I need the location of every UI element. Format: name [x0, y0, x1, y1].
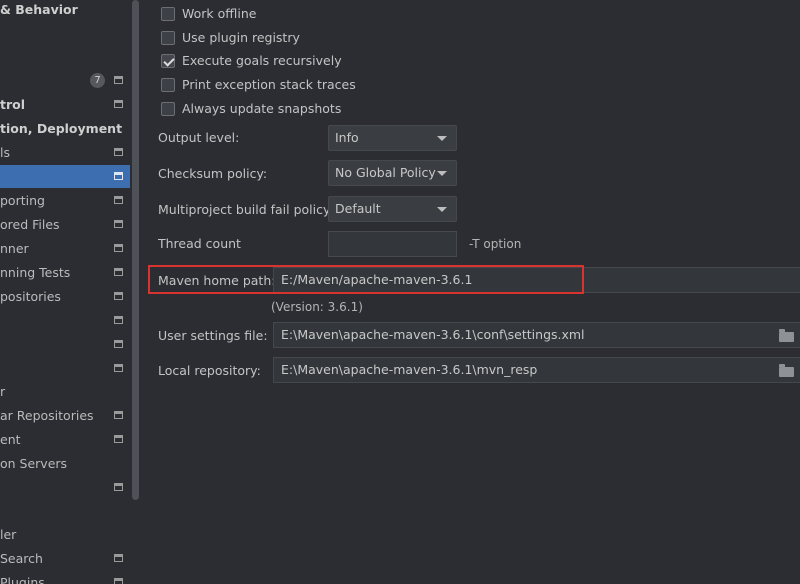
checksum-policy-label: Checksum policy: — [158, 166, 268, 181]
maven-version-text: (Version: 3.6.1) — [271, 300, 363, 314]
sidebar-item-label: tion, Deployment — [0, 121, 123, 136]
sidebar-item-tool-2[interactable] — [0, 333, 130, 356]
print-exception-stack-traces-label: Print exception stack traces — [182, 77, 356, 92]
output-level-value: Info — [335, 130, 359, 145]
multiproject-fail-policy-dropdown[interactable]: Default — [328, 196, 457, 222]
project-level-icon — [114, 411, 123, 419]
work-offline-checkbox[interactable] — [161, 7, 175, 21]
sidebar-item-repositories[interactable]: positories — [0, 285, 130, 308]
project-level-icon — [114, 578, 123, 584]
work-offline-label: Work offline — [182, 6, 257, 21]
folder-icon[interactable] — [779, 329, 794, 342]
checksum-policy-dropdown[interactable]: No Global Policy — [328, 160, 457, 186]
print-exception-stack-traces-checkbox[interactable] — [161, 78, 175, 92]
local-repository-value: E:\Maven\apache-maven-3.6.1\mvn_resp — [281, 362, 538, 377]
output-level-dropdown[interactable]: Info — [328, 125, 457, 151]
sidebar-item-label: ls — [0, 145, 10, 160]
thread-count-input[interactable] — [328, 231, 457, 257]
sidebar-item-running-tests[interactable]: nning Tests — [0, 261, 130, 284]
sidebar-item-compiler[interactable]: r — [0, 380, 130, 403]
sidebar-item-label: ored Files — [0, 217, 60, 232]
project-level-icon — [114, 554, 123, 562]
execute-goals-recursively-label: Execute goals recursively — [182, 53, 342, 68]
always-update-snapshots-label: Always update snapshots — [182, 101, 342, 116]
sidebar-item-label: ler — [0, 527, 17, 542]
always-update-snapshots-checkbox[interactable] — [161, 102, 175, 116]
sidebar-item-search[interactable]: Search — [0, 547, 130, 570]
sidebar-item-label: Plugins — [0, 575, 45, 584]
sidebar-item-version-control[interactable]: trol — [0, 93, 130, 116]
sidebar-item-importing[interactable]: porting — [0, 189, 130, 212]
use-plugin-registry-label: Use plugin registry — [182, 30, 300, 45]
thread-count-label: Thread count — [158, 236, 241, 251]
update-count-badge: 7 — [90, 73, 105, 88]
execute-goals-recursively-checkbox[interactable] — [161, 54, 175, 68]
sidebar-item-remote-jar-repositories[interactable]: ar Repositories — [0, 404, 130, 427]
sidebar-item-plugins-count[interactable]: 7 — [0, 69, 130, 92]
sidebar-item-tool-4[interactable] — [0, 476, 130, 499]
sidebar-item-plugins[interactable]: Plugins — [0, 571, 130, 584]
sidebar-item-label: & Behavior — [0, 2, 78, 17]
sidebar-item-appearance-behavior[interactable]: & Behavior — [0, 0, 130, 21]
project-level-icon — [114, 292, 123, 300]
sidebar-item-label: on Servers — [0, 456, 68, 471]
project-level-icon — [114, 268, 123, 276]
project-level-icon — [114, 435, 123, 443]
sidebar-item-label: Search — [0, 551, 43, 566]
project-level-icon — [114, 483, 123, 491]
sidebar-scrollbar-thumb[interactable] — [132, 0, 139, 500]
checksum-policy-value: No Global Policy — [335, 165, 436, 180]
local-repository-input[interactable]: E:\Maven\apache-maven-3.6.1\mvn_resp — [273, 357, 800, 383]
project-level-icon — [114, 100, 123, 108]
sidebar-item-label: ent — [0, 432, 21, 447]
project-level-icon — [114, 364, 123, 372]
user-settings-file-label: User settings file: — [158, 328, 268, 343]
sidebar-item-tool-1[interactable] — [0, 309, 130, 332]
sidebar-item-label: nning Tests — [0, 265, 71, 280]
output-level-label: Output level: — [158, 130, 240, 145]
highlight-annotation-box — [148, 265, 584, 294]
sidebar-item-ignored-files[interactable]: ored Files — [0, 213, 130, 236]
project-level-icon — [114, 76, 123, 84]
use-plugin-registry-checkbox[interactable] — [161, 31, 175, 45]
chevron-down-icon — [437, 136, 447, 141]
sidebar-item-label: nner — [0, 241, 29, 256]
project-level-icon — [114, 172, 123, 180]
sidebar-item-label: r — [0, 384, 6, 399]
sidebar-item-build-tools[interactable]: ls — [0, 141, 130, 164]
sidebar-item-label: positories — [0, 289, 61, 304]
project-level-icon — [114, 244, 123, 252]
project-level-icon — [114, 196, 123, 204]
multiproject-fail-policy-value: Default — [335, 201, 381, 216]
local-repository-label: Local repository: — [158, 363, 261, 378]
settings-sidebar: & Behavior 7 trol tion, Deployment ls po… — [0, 0, 130, 584]
project-level-icon — [114, 316, 123, 324]
user-settings-file-input[interactable]: E:\Maven\apache-maven-3.6.1\conf\setting… — [273, 322, 800, 348]
folder-icon[interactable] — [779, 364, 794, 377]
sidebar-item-label: ar Repositories — [0, 408, 94, 423]
sidebar-item-label: trol — [0, 97, 26, 112]
sidebar-item-tool-3[interactable] — [0, 357, 130, 380]
chevron-down-icon — [437, 171, 447, 176]
thread-count-hint: -T option — [469, 237, 522, 251]
project-level-icon — [114, 340, 123, 348]
project-level-icon — [114, 148, 123, 156]
sidebar-item-application-servers[interactable]: on Servers — [0, 452, 130, 475]
sidebar-scrollbar[interactable] — [130, 0, 141, 584]
sidebar-item-deployment[interactable]: ent — [0, 428, 130, 451]
sidebar-item-runner[interactable]: nner — [0, 237, 130, 260]
sidebar-item-profiler[interactable]: ler — [0, 523, 130, 546]
sidebar-item-maven[interactable] — [0, 165, 130, 188]
user-settings-file-value: E:\Maven\apache-maven-3.6.1\conf\setting… — [281, 327, 585, 342]
multiproject-fail-policy-label: Multiproject build fail policy: — [158, 202, 334, 217]
project-level-icon — [114, 220, 123, 228]
sidebar-item-build-execution-deployment[interactable]: tion, Deployment — [0, 117, 130, 140]
chevron-down-icon — [437, 207, 447, 212]
sidebar-item-label: porting — [0, 193, 45, 208]
